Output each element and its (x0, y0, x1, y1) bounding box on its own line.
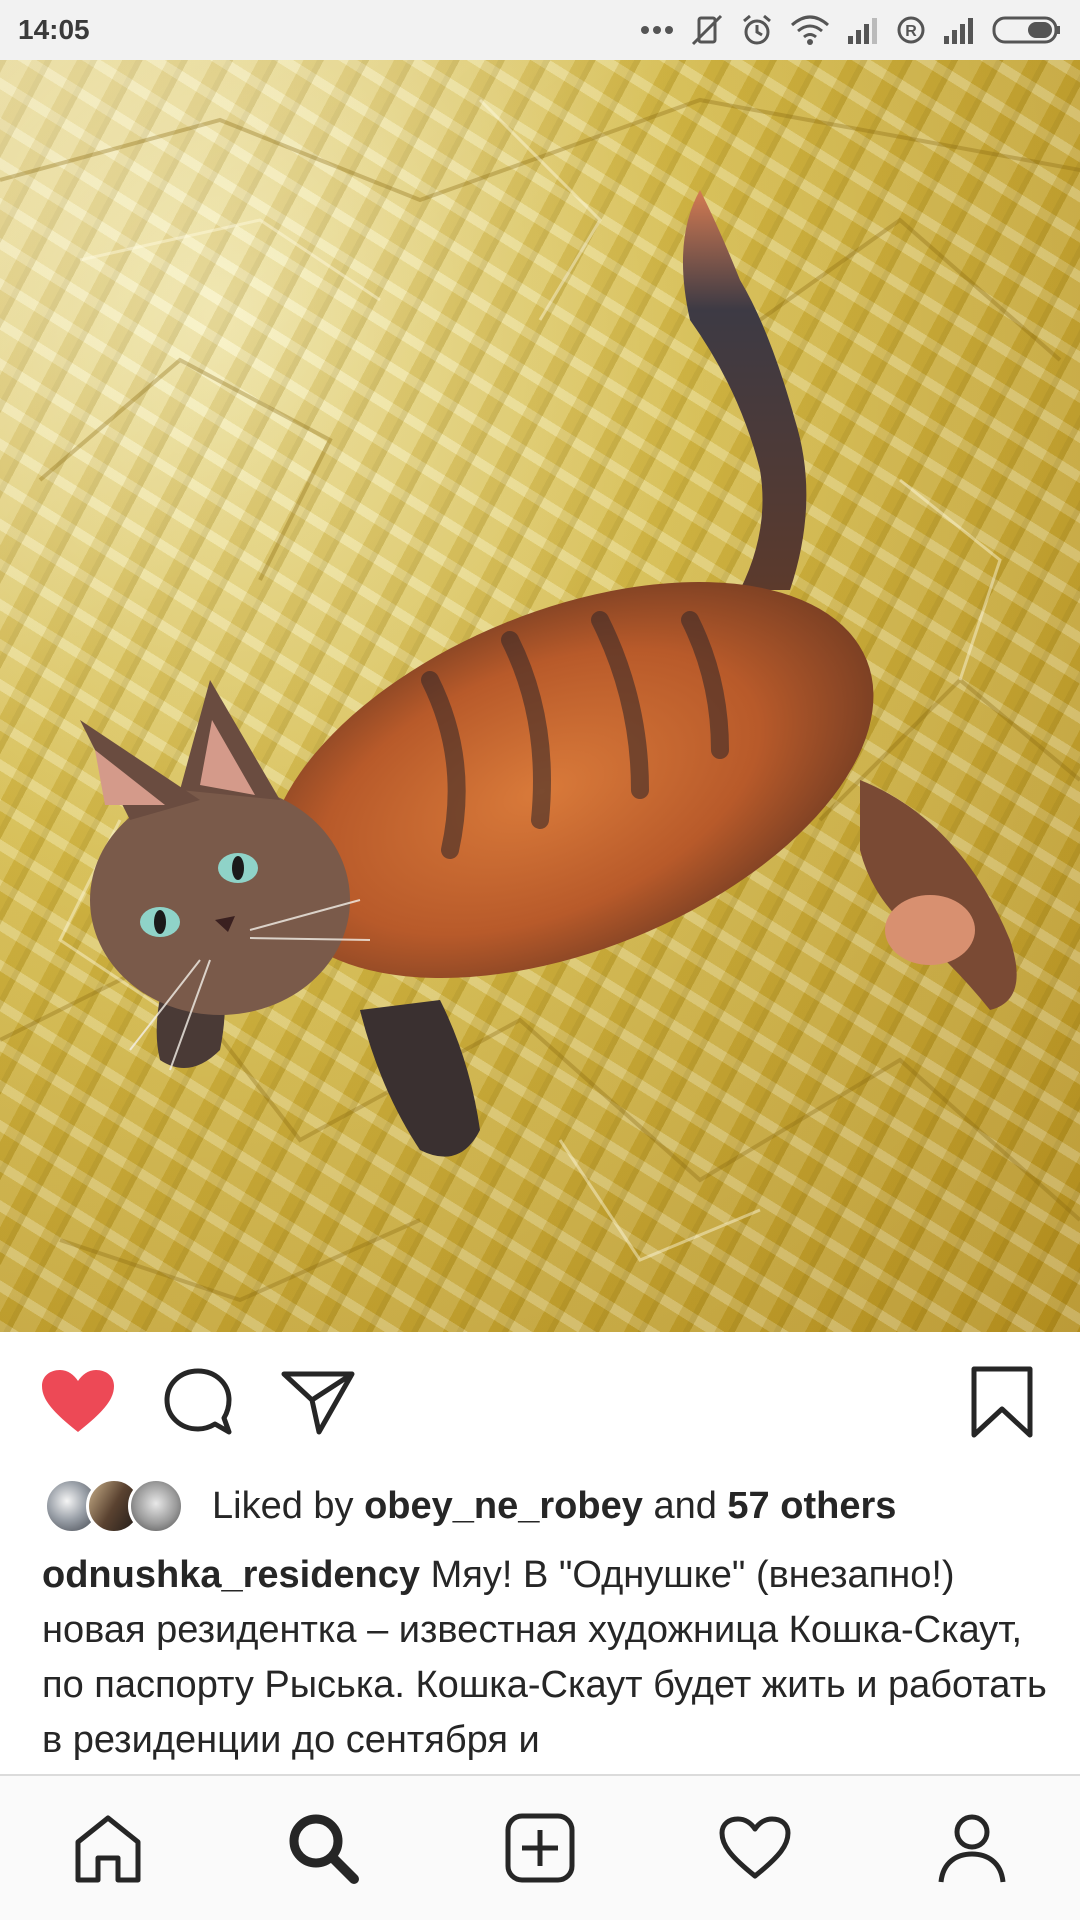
likes-prefix: Liked by (212, 1484, 365, 1527)
nav-new-post[interactable] (500, 1810, 580, 1890)
wifi-icon (790, 15, 830, 45)
likes-row[interactable]: Liked by obey_ne_robey and 57 others (44, 1476, 896, 1536)
search-icon (286, 1811, 360, 1890)
avatar (128, 1478, 184, 1534)
svg-text:R: R (905, 23, 917, 40)
like-button[interactable] (38, 1364, 118, 1444)
post-caption: odnushka_residency Мяу! В "Однушке" (вне… (42, 1548, 1052, 1770)
nav-activity[interactable] (715, 1810, 795, 1890)
comment-icon (162, 1366, 234, 1443)
roaming-icon: R (896, 15, 926, 45)
vibrate-off-icon (690, 13, 724, 47)
share-button[interactable] (278, 1364, 358, 1444)
liker-avatars (44, 1478, 184, 1534)
liker-username[interactable]: obey_ne_robey (364, 1485, 643, 1527)
cat-illustration (0, 97, 1080, 1303)
alarm-icon (740, 13, 774, 47)
like-filled-icon (40, 1368, 116, 1441)
comment-button[interactable] (158, 1364, 238, 1444)
caption-username[interactable]: odnushka_residency (42, 1554, 420, 1596)
signal-icon (942, 16, 976, 44)
bookmark-icon (970, 1365, 1034, 1444)
save-button[interactable] (962, 1364, 1042, 1444)
likes-text: Liked by obey_ne_robey and 57 others (212, 1485, 896, 1528)
home-icon (72, 1812, 144, 1889)
status-time: 14:05 (18, 14, 90, 45)
status-bar: 14:05 R (0, 0, 1080, 60)
likes-others[interactable]: 57 others (727, 1485, 896, 1527)
battery-icon (992, 15, 1062, 45)
profile-icon (937, 1812, 1007, 1889)
share-icon (281, 1368, 355, 1441)
nav-search[interactable] (283, 1810, 363, 1890)
post-photo[interactable] (0, 60, 1080, 1332)
new-post-icon (504, 1812, 576, 1889)
nav-profile[interactable] (932, 1810, 1012, 1890)
more-dots-icon (640, 25, 674, 35)
status-icons: R (640, 13, 1062, 47)
activity-heart-icon (718, 1815, 792, 1886)
likes-middle: and (642, 1484, 728, 1527)
signal-icon (846, 16, 880, 44)
nav-home[interactable] (68, 1810, 148, 1890)
post-action-bar (0, 1332, 1080, 1472)
bottom-nav (0, 1774, 1080, 1920)
